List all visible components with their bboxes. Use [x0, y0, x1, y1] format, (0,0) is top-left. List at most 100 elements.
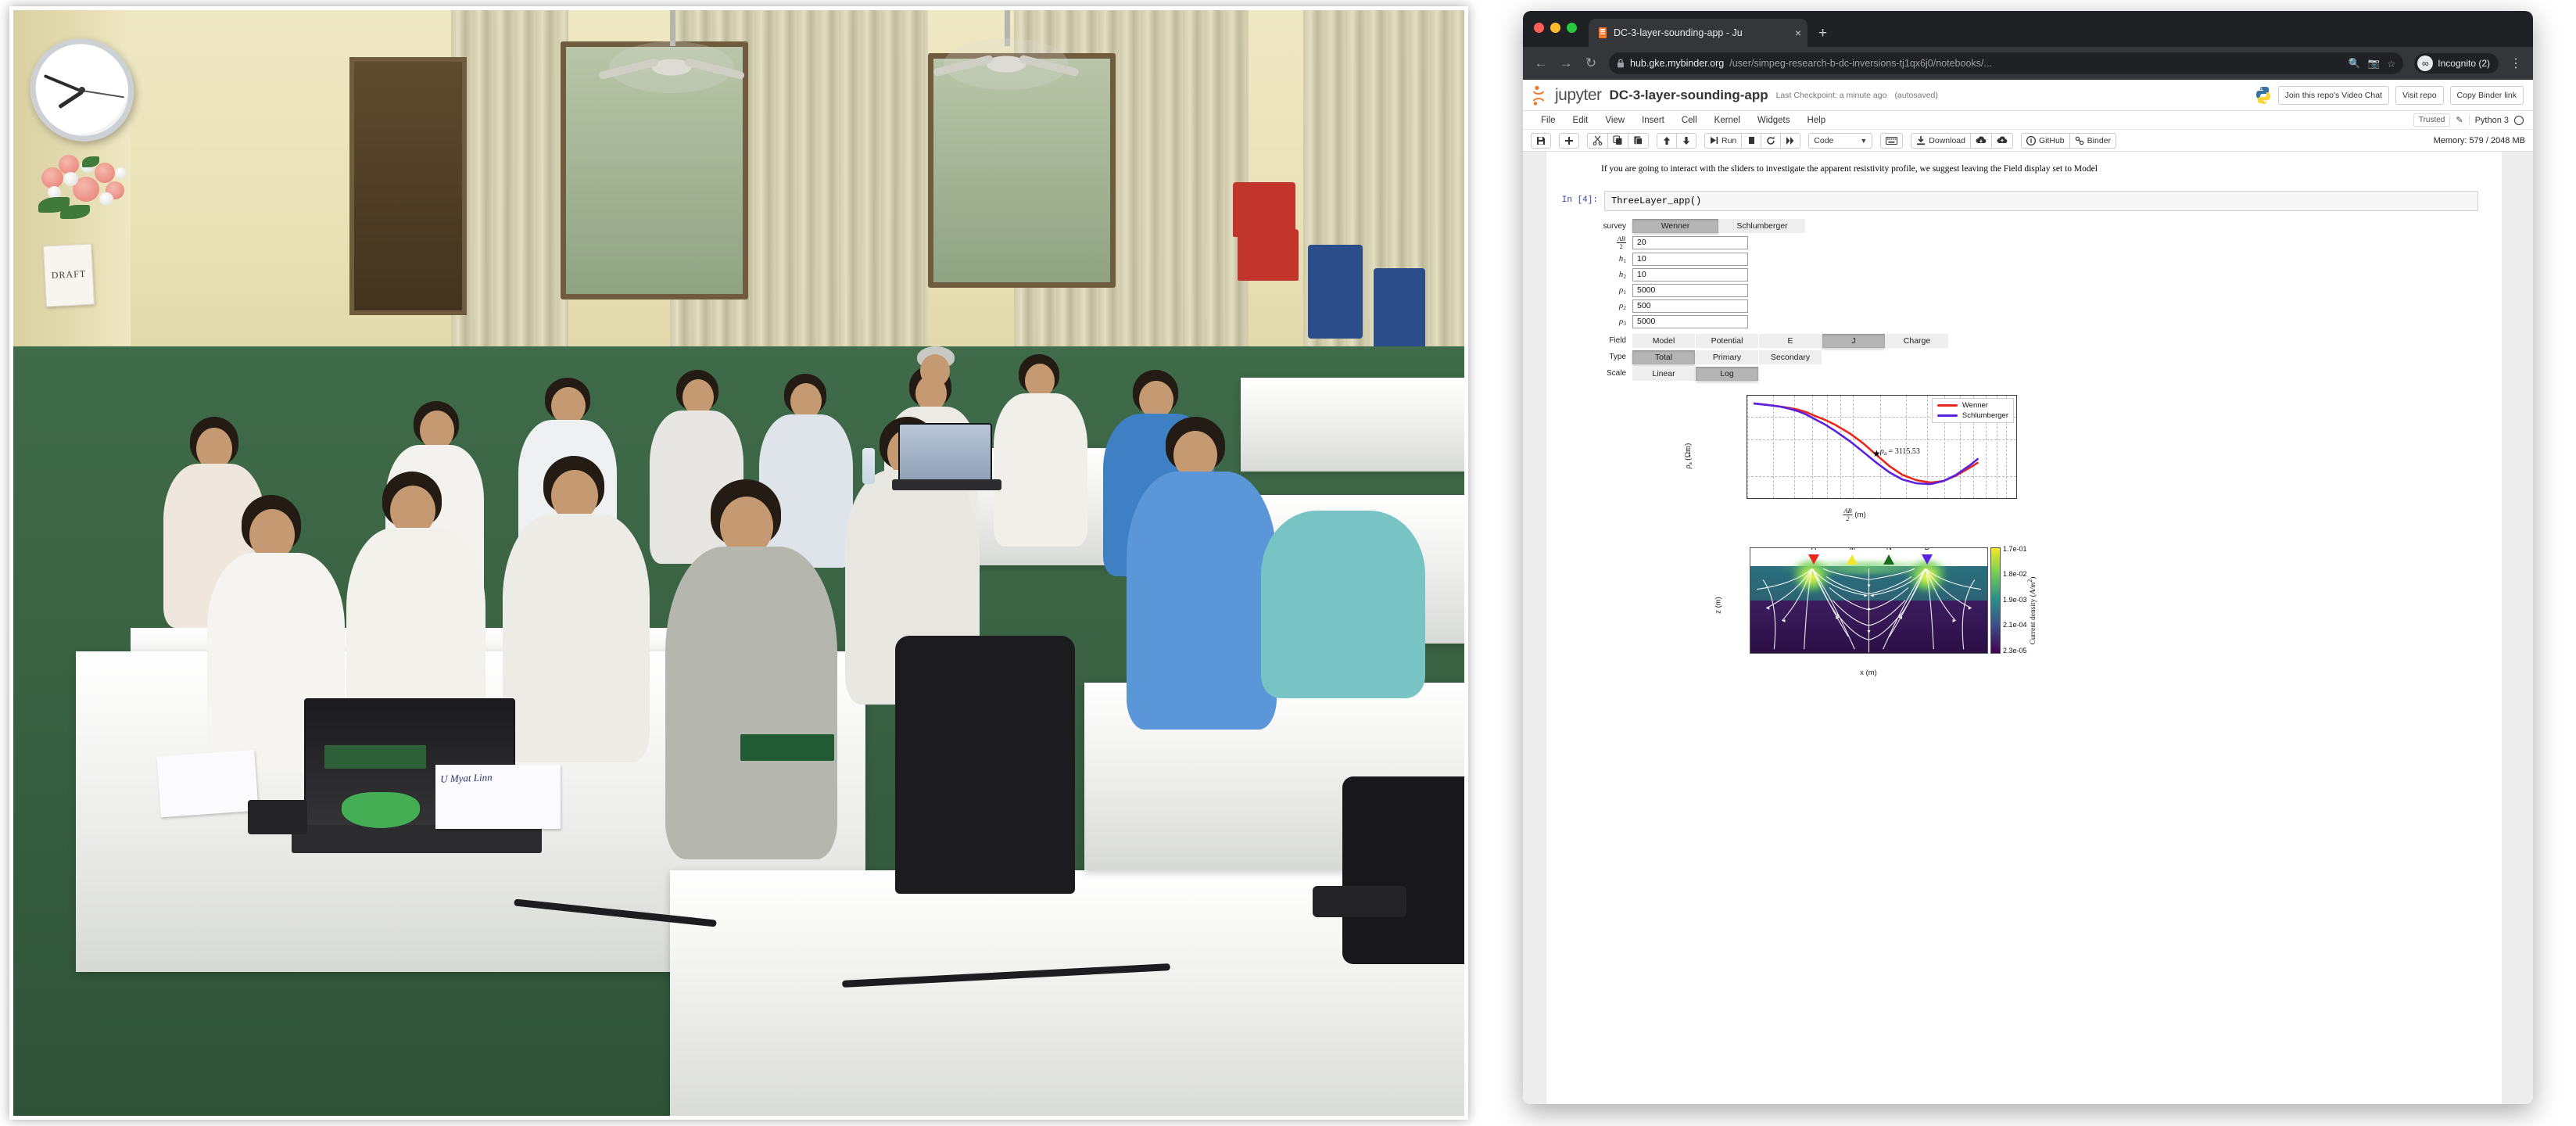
menu-help[interactable]: Help: [1798, 113, 1834, 127]
menu-file[interactable]: File: [1532, 113, 1564, 127]
zoom-out-icon[interactable]: 🔍: [2348, 58, 2361, 70]
github-button[interactable]: GitHub: [2020, 132, 2070, 149]
incognito-profile-button[interactable]: ∞ Incognito (2): [2414, 53, 2499, 74]
widget-row-survey: survey Wenner Schlumberger: [1598, 219, 2502, 233]
kernel-name-label[interactable]: Python 3: [2475, 116, 2509, 125]
code-cell: In [4]: ThreeLayer_app(): [1546, 174, 2502, 211]
h1-input[interactable]: 10: [1632, 252, 1748, 266]
close-tab-icon[interactable]: ×: [1795, 27, 1801, 38]
save-icon[interactable]: [1531, 132, 1551, 149]
add-cell-group: [1559, 132, 1579, 149]
address-bar[interactable]: hub.gke.mybinder.org/user/simpeg-researc…: [1609, 52, 2404, 74]
type-option-primary[interactable]: Primary: [1696, 350, 1758, 364]
code-input[interactable]: ThreeLayer_app(): [1604, 191, 2478, 211]
edit-pencil-icon[interactable]: ✎: [2456, 115, 2463, 125]
field-option-charge[interactable]: Charge: [1886, 333, 1948, 348]
field-option-model[interactable]: Model: [1632, 333, 1695, 348]
keyboard-icon[interactable]: [1880, 132, 1904, 149]
restart-kernel-icon[interactable]: [1761, 132, 1782, 149]
current-density-chart: z (m) A M N B 1.7e-01 1.8e-02 1.9e-03 2.…: [1714, 544, 2044, 677]
widget-row-type: Type Total Primary Secondary: [1598, 350, 2502, 364]
lock-icon: [1618, 59, 1624, 68]
browser-tab[interactable]: DC-3-layer-sounding-app - Ju ×: [1589, 19, 1807, 47]
window-traffic-lights[interactable]: [1534, 23, 1577, 33]
camera-blocked-icon[interactable]: 📷: [2368, 58, 2381, 70]
menu-edit[interactable]: Edit: [1564, 113, 1597, 127]
fig2-streamlines: [1757, 568, 1981, 653]
browser-menu-icon[interactable]: ⋮: [2503, 56, 2525, 71]
menu-view[interactable]: View: [1596, 113, 1633, 127]
notebook-title[interactable]: DC-3-layer-sounding-app: [1610, 88, 1768, 103]
browser-titlebar: DC-3-layer-sounding-app - Ju × +: [1523, 11, 2533, 47]
cloud-upload-icon[interactable]: [1990, 132, 2013, 149]
forward-icon[interactable]: →: [1556, 53, 1576, 74]
new-tab-button[interactable]: +: [1811, 26, 1835, 47]
notebook-body: If you are going to interact with the sl…: [1523, 152, 2533, 1104]
maximize-window-button[interactable]: [1567, 23, 1577, 33]
move-down-icon[interactable]: [1676, 132, 1696, 149]
scale-option-log[interactable]: Log: [1696, 366, 1758, 381]
stop-icon[interactable]: [1741, 132, 1762, 149]
trusted-badge: Trusted: [2413, 113, 2451, 127]
field-option-potential[interactable]: Potential: [1696, 333, 1758, 348]
binder-button[interactable]: Binder: [2069, 132, 2117, 149]
laptop-screen: [898, 423, 992, 482]
memory-prefix: Memory:: [2433, 135, 2467, 145]
electrode-M-label: M: [1849, 547, 1856, 552]
electrode-N: [1883, 554, 1895, 565]
menu-cell[interactable]: Cell: [1673, 113, 1706, 127]
reload-icon[interactable]: ↻: [1581, 53, 1601, 74]
field-option-e[interactable]: E: [1759, 333, 1822, 348]
download-button[interactable]: Download: [1911, 132, 1971, 149]
h2-input[interactable]: 10: [1632, 267, 1748, 282]
menu-widgets[interactable]: Widgets: [1749, 113, 1799, 127]
back-icon[interactable]: ←: [1531, 53, 1551, 74]
visit-repo-button[interactable]: Visit repo: [2395, 85, 2444, 105]
url-path: /user/simpeg-research-b-dc-inversions-tj…: [1729, 58, 1992, 69]
water-bottle: [862, 448, 875, 484]
minimize-window-button[interactable]: [1550, 23, 1560, 33]
stacked-chair: [1238, 229, 1299, 281]
notebook-scroll-area[interactable]: If you are going to interact with the sl…: [1546, 152, 2502, 1104]
run-button[interactable]: Run: [1704, 132, 1743, 149]
rho1-input[interactable]: 5000: [1632, 283, 1748, 297]
add-cell-icon[interactable]: [1559, 132, 1579, 149]
cbar-tick-0: 1.7e-01: [2003, 545, 2027, 554]
apparent-resistivity-chart: ρa (Ωm) ★ ρa = 3115.53 Wenner Schlumberg…: [1684, 392, 2019, 522]
scale-option-linear[interactable]: Linear: [1632, 366, 1695, 381]
scale-toggle-group: Linear Log: [1632, 366, 1759, 381]
move-up-icon[interactable]: [1657, 132, 1677, 149]
video-chat-button[interactable]: Join this repo's Video Chat: [2277, 85, 2389, 105]
cell-type-select[interactable]: Code ▼: [1808, 132, 1873, 149]
cloud-download-icon[interactable]: [1969, 132, 1992, 149]
rho3-input[interactable]: 5000: [1632, 314, 1748, 328]
green-pouch: [342, 792, 420, 828]
legend-label-wenner: Wenner: [1962, 400, 1988, 410]
ab2-input[interactable]: 20: [1632, 235, 1748, 249]
photo-person: [498, 456, 654, 769]
copy-icon[interactable]: [1607, 132, 1628, 149]
laptop-base: [892, 479, 1001, 490]
field-option-j[interactable]: J: [1822, 333, 1885, 348]
bookmark-star-icon[interactable]: ☆: [2387, 58, 2395, 70]
restart-run-all-icon[interactable]: [1780, 132, 1801, 149]
survey-option-wenner[interactable]: Wenner: [1632, 219, 1718, 233]
menu-kernel[interactable]: Kernel: [1706, 113, 1749, 127]
legend-entry-schlumberger: Schlumberger: [1936, 411, 2008, 420]
memory-indicator: Memory: 579 / 2048 MB: [2434, 136, 2525, 145]
fig2-colorbar: 1.7e-01 1.8e-02 1.9e-03 2.1e-04 2.3e-05: [1990, 545, 2027, 654]
menu-insert[interactable]: Insert: [1633, 113, 1673, 127]
chrome-browser-window: DC-3-layer-sounding-app - Ju × + ← → ↻ h…: [1523, 11, 2533, 1104]
jupyter-logo[interactable]: jupyter: [1532, 85, 1602, 106]
paste-icon[interactable]: [1628, 132, 1649, 149]
type-option-total[interactable]: Total: [1632, 350, 1695, 364]
type-option-secondary[interactable]: Secondary: [1759, 350, 1822, 364]
cut-icon[interactable]: [1587, 132, 1608, 149]
close-window-button[interactable]: [1534, 23, 1544, 33]
photo-ceiling-fan: [944, 38, 1069, 90]
fig1-annotation: ρa = 3115.53: [1880, 446, 1920, 457]
survey-option-schlumberger[interactable]: Schlumberger: [1719, 219, 1805, 233]
copy-binder-link-button[interactable]: Copy Binder link: [2449, 85, 2524, 105]
widget-output-area: survey Wenner Schlumberger AB 2 20 h1 10…: [1546, 211, 2502, 677]
rho2-input[interactable]: 500: [1632, 299, 1748, 313]
